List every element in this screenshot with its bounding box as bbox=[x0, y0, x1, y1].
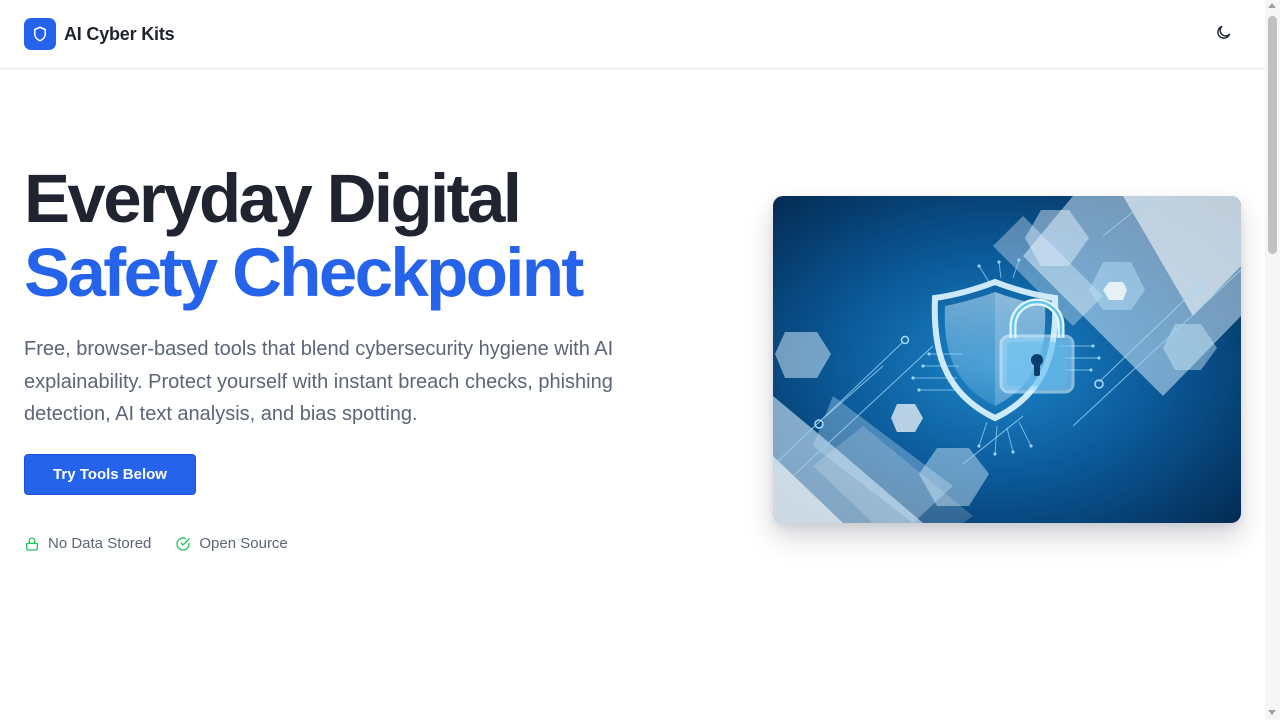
hero-title-line1: Everyday Digital bbox=[24, 160, 522, 237]
badge-label: Open Source bbox=[199, 535, 288, 552]
scroll-down-arrow-icon[interactable] bbox=[1268, 710, 1276, 715]
hero-illustration bbox=[773, 196, 1241, 523]
badge-no-data-stored: No Data Stored bbox=[24, 535, 151, 552]
badge-open-source: Open Source bbox=[175, 535, 288, 552]
trust-badges: No Data Stored Open Source bbox=[24, 535, 312, 552]
moon-icon bbox=[1215, 24, 1232, 44]
brand-link[interactable]: AI Cyber Kits bbox=[24, 18, 175, 50]
page-scrollbar[interactable] bbox=[1265, 0, 1280, 720]
try-tools-button[interactable]: Try Tools Below bbox=[24, 454, 196, 495]
top-nav-bar: AI Cyber Kits bbox=[0, 0, 1265, 69]
hero-title: Everyday Digital Safety Checkpoint bbox=[24, 162, 724, 310]
shield-icon bbox=[24, 18, 56, 50]
hero-description: Free, browser-based tools that blend cyb… bbox=[24, 338, 614, 425]
scrollbar-thumb[interactable] bbox=[1268, 16, 1277, 254]
hero-title-line2: Safety Checkpoint bbox=[24, 234, 584, 311]
theme-toggle-button[interactable] bbox=[1206, 18, 1240, 50]
check-circle-icon bbox=[175, 536, 191, 552]
badge-label: No Data Stored bbox=[48, 535, 152, 552]
lock-icon bbox=[24, 536, 40, 552]
scroll-up-arrow-icon[interactable] bbox=[1268, 3, 1276, 8]
brand-name: AI Cyber Kits bbox=[64, 23, 175, 44]
